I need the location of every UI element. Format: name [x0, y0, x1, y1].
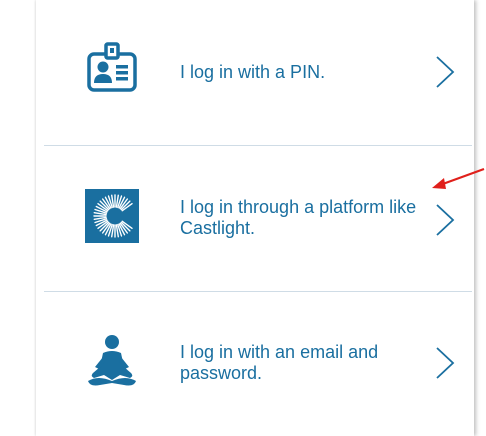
login-option-platform[interactable]: I log in through a platform like Castlig…: [36, 145, 474, 290]
meditation-person-icon: [84, 333, 140, 389]
login-option-email[interactable]: I log in with an email and password.: [36, 291, 474, 436]
login-option-label: I log in through a platform like Castlig…: [180, 197, 417, 238]
chevron-right-icon: [436, 204, 455, 236]
castlight-logo-icon: [84, 188, 140, 244]
chevron-right-icon: [436, 347, 455, 379]
login-option-label: I log in with a PIN.: [180, 62, 326, 82]
login-option-label: I log in with an email and password.: [180, 342, 379, 383]
login-option-pin[interactable]: I log in with a PIN.: [36, 0, 474, 145]
id-badge-icon: [84, 40, 140, 96]
login-options-panel: I log in with a PIN. I log in through a …: [36, 0, 474, 436]
chevron-right-icon: [436, 56, 455, 88]
